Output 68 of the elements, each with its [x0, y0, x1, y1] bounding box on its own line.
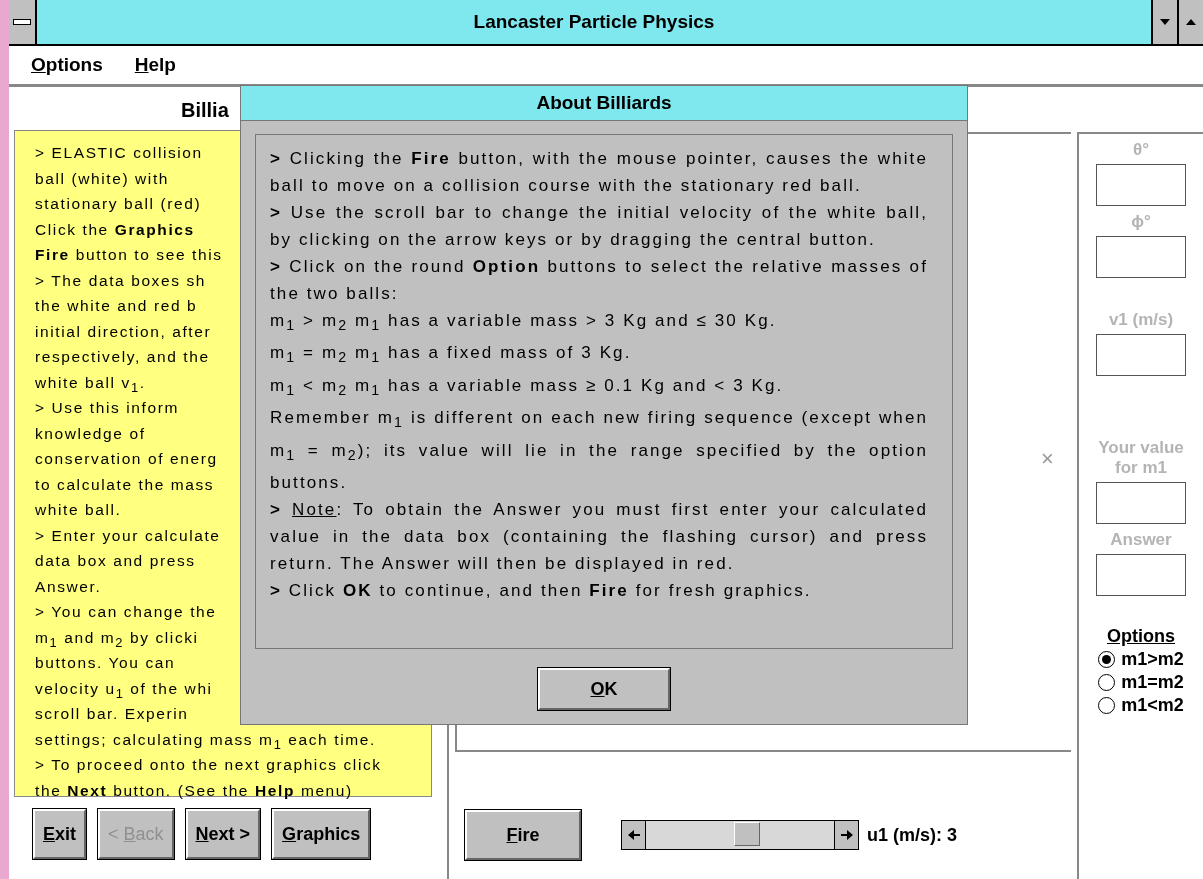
minimize-button[interactable] — [1151, 0, 1177, 44]
field-label: Your value for m1 — [1097, 438, 1185, 478]
input-field[interactable] — [1096, 236, 1186, 278]
options-title: Options — [1107, 626, 1175, 647]
input-field[interactable] — [1096, 164, 1186, 206]
menu-item[interactable]: Help — [134, 54, 176, 76]
velocity-scrollbar[interactable] — [621, 820, 859, 850]
instruction-line: velocity u$_{1}$ of the whi — [35, 678, 213, 701]
input-field[interactable] — [1096, 334, 1186, 376]
nav-button[interactable]: Graphics — [272, 809, 371, 859]
help-paragraph: > Note: To obtain the Answer you must first enter your calculated value in the data box (containing the flashing cursor) and press return. The Answer will then be displayed in red. — [270, 498, 928, 575]
maximize-button[interactable] — [1177, 0, 1203, 44]
instruction-line: Fire button to see this — [35, 245, 223, 265]
help-paragraph: > Use the scroll bar to change the initial velocity of the white ball, by clicking on the arrow keys or by dragging the central button. — [270, 202, 928, 251]
field-label: v1 (m/s) — [1107, 310, 1175, 330]
nav-button[interactable]: Next > — [185, 809, 261, 859]
nav-button[interactable]: Exit — [33, 809, 87, 859]
instruction-line: > You can change the — [35, 602, 217, 622]
help-paragraph: m$_{1}$ = m$_{2}$ m$_{1}$ has a fixed mass of 3 Kg. — [270, 342, 633, 368]
help-paragraph: > Clicking the Fire button, with the mouse pointer, causes the white ball to move on a collision course with the stationary red ball. — [270, 148, 928, 197]
help-paragraph: > Click on the round Option buttons to select the relative masses of the two balls: — [270, 256, 928, 305]
instruction-line: scroll bar. Experin — [35, 704, 189, 724]
instruction-line: ball (white) with — [35, 168, 169, 189]
instruction-line: settings; calculating mass m$_{1}$ each time. — [35, 729, 376, 752]
up-arrow-icon — [1185, 18, 1197, 26]
field-label: Answer — [1109, 530, 1173, 550]
instruction-line: data box and press — [35, 551, 196, 571]
window-title: Lancaster Particle Physics — [472, 10, 716, 34]
instruction-line: white ball. — [35, 500, 122, 520]
menu-item[interactable]: Options — [31, 54, 103, 76]
cross-marker: × — [1041, 446, 1054, 472]
field-label: ϕ° — [1130, 212, 1152, 232]
fire-button[interactable]: Fire — [465, 810, 581, 860]
panel-heading: Billia — [180, 98, 230, 123]
instruction-line: knowledge of — [35, 423, 146, 444]
instruction-line: Answer. — [35, 576, 102, 597]
radio-option[interactable]: m1<m2 — [1098, 695, 1184, 716]
down-arrow-icon — [1159, 18, 1171, 26]
instruction-line: the white and red b — [35, 296, 198, 316]
instruction-line: > Use this inform — [35, 398, 179, 418]
instruction-line: buttons. You can — [35, 653, 176, 673]
input-field[interactable] — [1096, 482, 1186, 524]
instruction-line: conservation of energ — [35, 449, 218, 469]
instruction-line: to calculate the mass — [35, 474, 215, 495]
velocity-reading: u1 (m/s): 3 — [867, 824, 958, 846]
instruction-line: initial direction, after — [35, 321, 212, 342]
help-paragraph: m$_{1}$ > m$_{2}$ m$_{1}$ has a variable mass > 3 Kg and ≤ 30 Kg. — [270, 310, 778, 336]
instruction-line: Click the Graphics — [35, 219, 195, 240]
instruction-line: respectively, and the — [35, 347, 210, 367]
instruction-line: > Enter your calculate — [35, 525, 221, 546]
instruction-line: > To proceed onto the next graphics click — [35, 755, 382, 775]
system-menu-button[interactable] — [9, 0, 37, 44]
help-paragraph: > Click OK to continue, and then Fire for fresh graphics. — [270, 579, 813, 602]
help-paragraph: m$_{1}$ < m$_{2}$ m$_{1}$ has a variable mass ≥ 0.1 Kg and < 3 Kg. — [270, 374, 785, 401]
instruction-line: > The data boxes sh — [35, 270, 206, 291]
instruction-line: the Next button. (See the Help menu) — [35, 780, 353, 801]
dialog-title: About Billiards — [241, 86, 967, 121]
help-paragraph: Remember m$_{1}$ is different on each new firing sequence (except when m$_{1}$ = m$_{2}$); its value will lie in the range specified by the option buttons. — [270, 407, 928, 494]
instruction-line: white ball v$_{1}$. — [35, 372, 146, 395]
instruction-line: stationary ball (red) — [35, 194, 202, 214]
input-field[interactable] — [1096, 554, 1186, 596]
ok-button[interactable]: OK — [538, 668, 670, 710]
scroll-thumb[interactable] — [734, 822, 760, 846]
radio-option[interactable]: m1>m2 — [1098, 649, 1184, 670]
radio-option[interactable]: m1=m2 — [1098, 672, 1184, 693]
field-label: θ° — [1132, 140, 1150, 160]
instruction-line: > ELASTIC collision — [35, 143, 203, 163]
instruction-line: m$_{1}$ and m$_{2}$ by clicki — [35, 627, 199, 650]
